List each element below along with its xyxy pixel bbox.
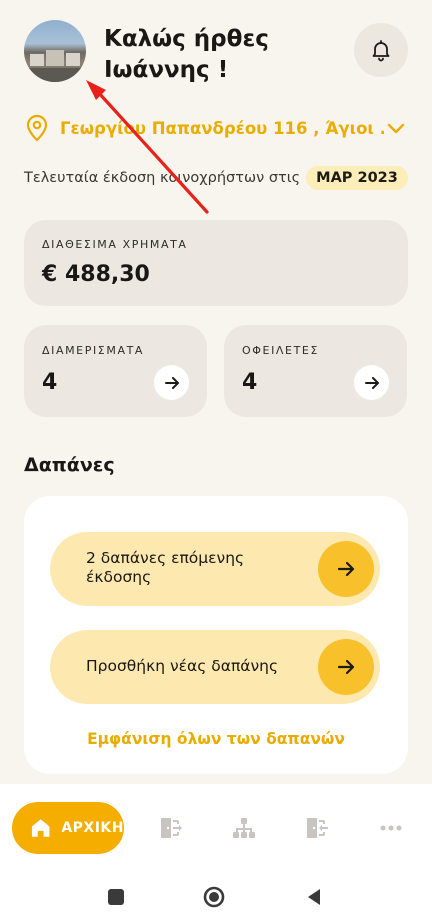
add-expense-label: Προσθήκη νέας δαπάνης (86, 657, 279, 675)
nav-door-in-button[interactable] (157, 814, 185, 842)
add-expense-button[interactable]: Προσθήκη νέας δαπάνης (50, 630, 380, 704)
available-money-card: ΔΙΑΘΕΣΙΜΑ ΧΡΗΜΑΤΑ € 488,30 (24, 220, 408, 306)
arrow-right-icon (337, 561, 355, 577)
show-all-expenses-link[interactable]: Εμφάνιση όλων των δαπανών (24, 730, 408, 748)
avatar[interactable] (24, 20, 86, 82)
square-icon (108, 889, 124, 905)
nav-home-button[interactable]: ΑΡΧΙΚΗ (12, 802, 124, 854)
apartments-caption: ΔΙΑΜΕΡΙΣΜΑΤΑ (42, 344, 145, 357)
apartments-card[interactable]: ΔΙΑΜΕΡΙΣΜΑΤΑ 4 (24, 325, 207, 417)
next-issue-arrow-button[interactable] (318, 541, 374, 597)
greeting-line2: Ιωάννης ! (104, 57, 229, 83)
system-nav-bar (0, 870, 432, 923)
available-money-caption: ΔΙΑΘΕΣΙΜΑ ΧΡΗΜΑΤΑ (42, 238, 188, 251)
next-issue-line1: 2 δαπάνες επόμενης (86, 549, 245, 567)
apartments-value: 4 (42, 370, 58, 395)
expenses-title: Δαπάνες (24, 454, 115, 476)
next-issue-line2: έκδοσης (86, 568, 152, 586)
debtors-card[interactable]: ΟΦΕΙΛΕΤΕΣ 4 (224, 325, 407, 417)
last-issue-row: Τελευταία έκδοση κοινοχρήστων στις ΜΑΡ 2… (24, 166, 408, 190)
back-button[interactable] (305, 888, 323, 910)
hierarchy-icon (233, 818, 255, 838)
bottom-nav: ΑΡΧΙΚΗ (0, 784, 432, 870)
debtors-arrow-button[interactable] (354, 365, 389, 400)
door-in-icon (161, 818, 182, 838)
nav-more-button[interactable] (377, 814, 405, 842)
expenses-panel: 2 δαπάνες επόμενης έκδοσης Προσθήκη νέας… (24, 496, 408, 774)
next-issue-expenses-label: 2 δαπάνες επόμενης έκδοσης (86, 549, 296, 587)
recents-button[interactable] (107, 888, 125, 910)
address-text: Γεωργίου Παπανδρέου 116 , Άγιοι ... (60, 118, 384, 138)
notifications-button[interactable] (354, 23, 408, 77)
address-selector[interactable]: Γεωργίου Παπανδρέου 116 , Άγιοι ... (24, 112, 408, 144)
next-issue-expenses-button[interactable]: 2 δαπάνες επόμενης έκδοσης (50, 532, 380, 606)
available-money-value: € 488,30 (42, 262, 150, 287)
chevron-down-icon (387, 123, 405, 134)
nav-door-out-button[interactable] (303, 814, 331, 842)
greeting: Καλώς ήρθες Ιωάννης ! (104, 24, 269, 86)
home-system-button[interactable] (203, 886, 225, 912)
debtors-caption: ΟΦΕΙΛΕΤΕΣ (242, 344, 320, 357)
nav-home-label: ΑΡΧΙΚΗ (61, 820, 124, 836)
door-out-icon (307, 818, 328, 838)
add-expense-arrow-button[interactable] (318, 639, 374, 695)
bell-icon (372, 40, 390, 62)
header: Καλώς ήρθες Ιωάννης ! (24, 20, 408, 84)
last-issue-label: Τελευταία έκδοση κοινοχρήστων στις (24, 170, 301, 186)
location-pin-icon (26, 114, 48, 142)
arrow-right-icon (164, 376, 179, 389)
nav-hierarchy-button[interactable] (230, 814, 258, 842)
back-triangle-icon (308, 889, 320, 905)
apartments-arrow-button[interactable] (154, 365, 189, 400)
debtors-value: 4 (242, 370, 258, 395)
greeting-line1: Καλώς ήρθες (104, 26, 269, 52)
circle-icon (203, 886, 225, 908)
last-issue-badge: ΜΑΡ 2023 (306, 166, 408, 190)
home-icon (31, 819, 50, 837)
arrow-right-icon (337, 659, 355, 675)
more-icon (380, 825, 402, 831)
arrow-right-icon (364, 376, 379, 389)
